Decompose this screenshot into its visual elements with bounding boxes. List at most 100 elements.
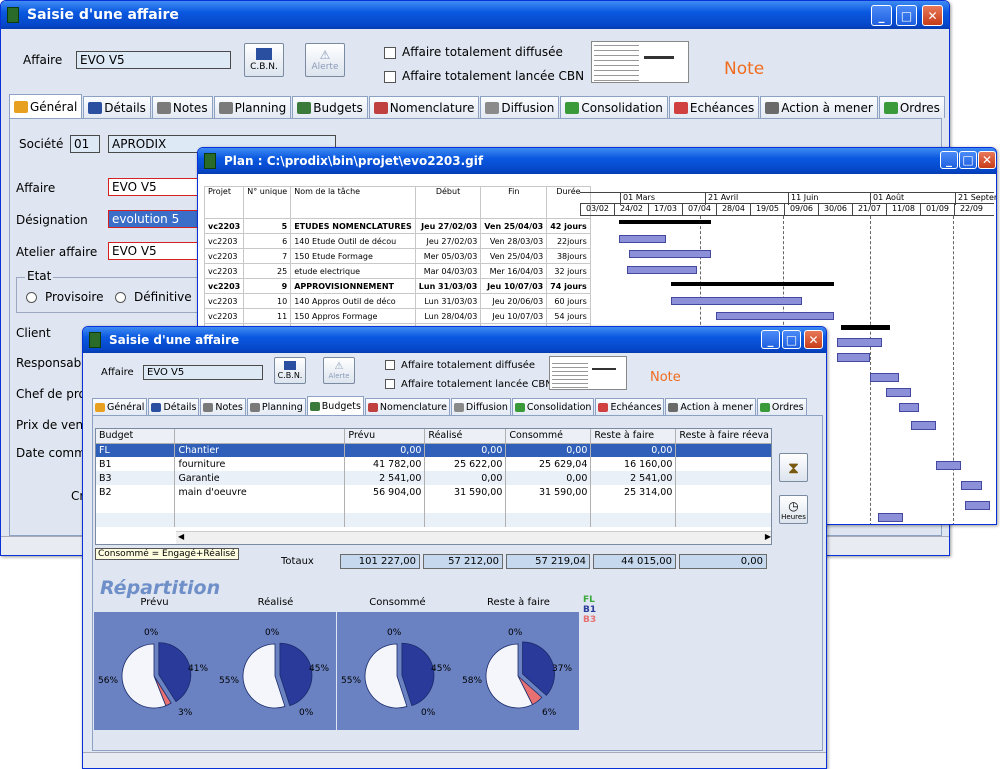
tab-dtails[interactable]: Détails [83, 96, 151, 118]
gantt-task-bar[interactable] [886, 388, 912, 397]
gantt-task-bar[interactable] [628, 250, 712, 258]
tab-consolidation[interactable]: Consolidation [560, 96, 668, 118]
gantt-task-bar[interactable] [965, 501, 990, 510]
tab-ordres[interactable]: Ordres [878, 96, 945, 118]
tab-actionmener[interactable]: Action à mener [665, 398, 756, 416]
gantt-summary-bar[interactable] [618, 220, 712, 224]
minimize-button[interactable]: _ [761, 330, 780, 349]
tab-actionmener[interactable]: Action à mener [760, 96, 878, 118]
tab-consolidation[interactable]: Consolidation [511, 398, 595, 416]
task-cell-projet: vc2203 [203, 278, 245, 294]
tab-ordres[interactable]: Ordres [756, 398, 807, 416]
budget-cell-consomme: 25 629,04 [505, 457, 592, 471]
gantt-task-bar[interactable] [898, 403, 920, 412]
gantt-thumbnail[interactable] [591, 41, 689, 83]
horizontal-scrollbar[interactable]: ◀ ▶ [176, 531, 771, 544]
checkbox[interactable] [384, 46, 396, 59]
budget-row[interactable]: B1 fourniture 41 782,00 25 622,00 25 629,04 1… [96, 457, 771, 471]
maximize-button[interactable]: □ [782, 330, 801, 349]
alerte-button[interactable]: ⚠ Alerte [323, 357, 355, 384]
plan-window-titlebar[interactable]: Plan : C:\prodix\bin\projet\evo2203.gif … [198, 148, 996, 174]
radio-definitive[interactable]: Définitive [115, 290, 192, 304]
task-row[interactable]: vc2203 6 140 Etude Outil de décou Jeu 27/02… [203, 233, 591, 249]
radio[interactable] [26, 292, 37, 303]
budget-grid[interactable]: Budget Prévu Réalisé Consommé Reste à fa… [95, 428, 772, 545]
cbn-button[interactable]: C.B.N. [274, 357, 306, 384]
tab-echances[interactable]: Echéances [595, 398, 665, 416]
cbn-button[interactable]: C.B.N. [244, 43, 284, 77]
tab-planning[interactable]: Planning [213, 96, 292, 118]
budget-row[interactable]: B3 Garantie 2 541,00 0,00 0,00 2 541,00 [96, 471, 771, 485]
scroll-left-icon[interactable]: ◀ [178, 532, 184, 541]
gantt-task-bar[interactable] [836, 353, 870, 362]
back-window-titlebar[interactable]: Saisie d'une affaire _ □ ✕ [1, 1, 949, 29]
task-row[interactable]: vc2203 9 APPROVISIONNEMENT Lun 31/03/03 Jeu … [203, 278, 591, 294]
checkbox[interactable] [385, 379, 395, 389]
pie-pct-label: 45% [431, 664, 452, 674]
budget-row[interactable]: FL Chantier 0,00 0,00 0,00 0,00 [96, 443, 771, 457]
tab-budgets[interactable]: Budgets [306, 396, 364, 416]
front-window-titlebar[interactable]: Saisie d'une affaire _ □ ✕ [83, 327, 826, 353]
tab-dtails[interactable]: Détails [148, 398, 200, 416]
affaire-field[interactable]: EVO V5 [76, 51, 231, 69]
radio[interactable] [115, 292, 126, 303]
tab-budgets[interactable]: Budgets [292, 96, 368, 118]
note-label[interactable]: Note [724, 59, 764, 79]
close-button[interactable]: ✕ [804, 330, 823, 349]
gantt-task-bar[interactable] [936, 461, 961, 470]
budget-row[interactable]: B2 main d'oeuvre 56 904,00 31 590,00 31 590,… [96, 485, 771, 499]
societe-code-field[interactable]: 01 [70, 135, 100, 153]
budget-cell-realise: 25 622,00 [424, 457, 507, 471]
gantt-task-bar[interactable] [626, 265, 697, 274]
gantt-task-bar[interactable] [618, 234, 666, 243]
tab-notes[interactable]: Notes [151, 96, 213, 118]
tab-echances[interactable]: Echéances [668, 96, 760, 118]
minimize-button[interactable]: _ [940, 151, 958, 169]
note-label[interactable]: Note [650, 370, 681, 385]
gantt-task-bar[interactable] [960, 481, 982, 490]
close-button[interactable]: ✕ [922, 5, 943, 26]
gantt-task-bar[interactable] [716, 312, 835, 320]
gantt-thumbnail[interactable] [549, 356, 627, 390]
maximize-button[interactable]: □ [896, 5, 917, 26]
minimize-button[interactable]: _ [871, 5, 892, 26]
gantt-task-bar[interactable] [836, 338, 883, 347]
radio-provisoire[interactable]: Provisoire [26, 290, 103, 304]
gantt-task-bar[interactable] [878, 513, 903, 522]
atelier-field[interactable]: EVO V5 [108, 242, 203, 260]
maximize-button[interactable]: □ [959, 151, 977, 169]
gantt-summary-bar[interactable] [840, 325, 891, 330]
task-row[interactable]: vc2203 5 ETUDES NOMENCLATURES Jeu 27/02/03 V… [203, 218, 591, 234]
affaire-field[interactable]: EVO V5 [143, 365, 263, 380]
heures-button[interactable]: ◷ Heures [779, 495, 808, 524]
check-lancee[interactable]: Affaire totalement lancée CBN [384, 69, 584, 83]
checkbox[interactable] [384, 70, 396, 83]
designation-field[interactable]: evolution 5 [108, 210, 203, 228]
close-button[interactable]: ✕ [978, 151, 996, 169]
affaire-field-2[interactable]: EVO V5 [108, 178, 203, 196]
scroll-right-icon[interactable]: ▶ [765, 532, 771, 541]
tab-nomenclature[interactable]: Nomenclature [368, 96, 480, 118]
task-row[interactable]: vc2203 7 150 Etude Formage Mer 05/03/03 Ven … [203, 248, 591, 264]
gantt-task-bar[interactable] [911, 421, 937, 430]
gantt-task-bar[interactable] [670, 296, 802, 305]
tab-nomenclature[interactable]: Nomenclature [364, 398, 450, 416]
tab-diffusion[interactable]: Diffusion [480, 96, 560, 118]
tab-gnral[interactable]: Général [92, 398, 148, 416]
hourglass-button[interactable]: ⧗ [779, 453, 808, 482]
tab-planning[interactable]: Planning [246, 398, 306, 416]
check-diffusee[interactable]: Affaire totalement diffusée [384, 45, 563, 59]
checkbox[interactable] [385, 360, 395, 370]
task-row[interactable]: vc2203 25 etude electrique Mar 04/03/03 Mer … [203, 263, 591, 279]
task-row[interactable]: vc2203 10 140 Appros Outil de déco Lun 31/0… [203, 293, 591, 309]
tab-notes[interactable]: Notes [200, 398, 246, 416]
tab-label: Consolidation [581, 100, 663, 115]
gantt-task-bar[interactable] [869, 373, 899, 382]
task-row[interactable]: vc2203 11 150 Appros Formage Lun 28/04/03 Je… [203, 308, 591, 324]
check-lancee[interactable]: Affaire totalement lancée CBN [385, 379, 553, 390]
tab-diffusion[interactable]: Diffusion [450, 398, 511, 416]
gantt-summary-bar[interactable] [670, 282, 835, 286]
tab-gnral[interactable]: Général [9, 94, 83, 118]
check-diffusee[interactable]: Affaire totalement diffusée [385, 360, 535, 371]
alerte-button[interactable]: ⚠ Alerte [305, 43, 345, 77]
